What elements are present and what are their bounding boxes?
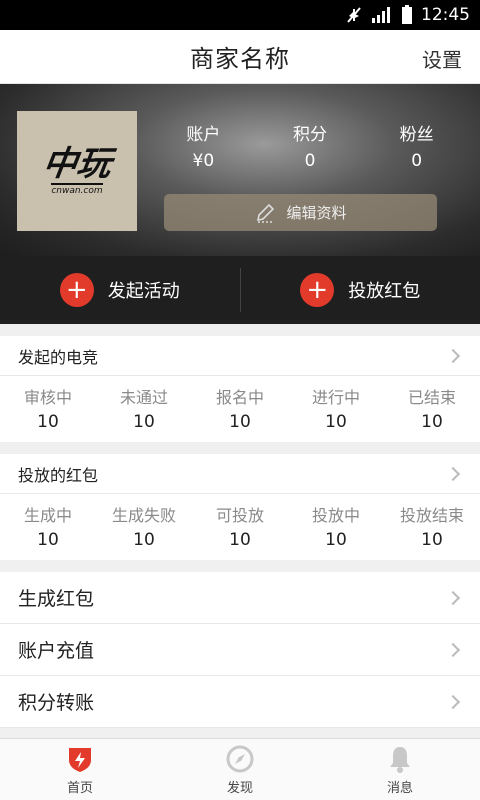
chevron-right-icon bbox=[445, 348, 461, 363]
action-bar: + 发起活动 + 投放红包 bbox=[0, 256, 480, 324]
status-cell[interactable]: 生成失败 10 bbox=[96, 502, 192, 550]
nav-label: 首页 bbox=[66, 780, 93, 796]
nav-discover[interactable]: 发现 bbox=[160, 739, 320, 800]
status-count: 10 bbox=[325, 530, 347, 550]
profile-stats: 账户 ¥0 积分 0 粉丝 0 bbox=[150, 120, 470, 171]
page-title: 商家名称 bbox=[190, 45, 290, 73]
stat-fans[interactable]: 粉丝 0 bbox=[363, 120, 470, 171]
plus-icon: + bbox=[59, 273, 94, 307]
action-label: 发起活动 bbox=[107, 281, 180, 302]
menu-item-label: 生成红包 bbox=[18, 588, 95, 610]
launch-activity-button[interactable]: + 发起活动 bbox=[0, 256, 240, 324]
signal-icon bbox=[371, 6, 393, 24]
nav-messages[interactable]: 消息 bbox=[320, 739, 480, 800]
status-count: 10 bbox=[229, 412, 251, 432]
status-label: 审核中 bbox=[23, 388, 72, 407]
edit-profile-label: 编辑资料 bbox=[286, 204, 347, 222]
esports-card: 发起的电竞 审核中 10 未通过 10 报名中 10 进行中 10 已结束 10 bbox=[0, 336, 480, 442]
red-packets-card: 投放的红包 生成中 10 生成失败 10 可投放 10 投放中 10 投放结束 10 bbox=[0, 454, 480, 560]
status-label: 投放结束 bbox=[399, 506, 464, 525]
stat-label: 账户 bbox=[186, 125, 221, 145]
stat-value: ¥0 bbox=[192, 151, 215, 171]
pencil-icon bbox=[257, 203, 275, 223]
esports-header[interactable]: 发起的电竞 bbox=[0, 336, 480, 376]
bottom-nav: 首页 发现 消息 bbox=[0, 738, 480, 800]
section-title: 发起的电竞 bbox=[18, 347, 99, 367]
status-count: 10 bbox=[421, 412, 443, 432]
place-red-packet-button[interactable]: + 投放红包 bbox=[241, 256, 480, 324]
status-cell[interactable]: 审核中 10 bbox=[0, 384, 96, 432]
chevron-right-icon bbox=[445, 694, 461, 709]
status-label: 未通过 bbox=[119, 388, 168, 407]
home-shield-icon bbox=[69, 747, 91, 772]
stat-value: 0 bbox=[304, 151, 316, 171]
stat-value: 0 bbox=[411, 151, 423, 171]
status-count: 10 bbox=[133, 530, 155, 550]
esports-status-grid: 审核中 10 未通过 10 报名中 10 进行中 10 已结束 10 bbox=[0, 376, 480, 442]
status-cell[interactable]: 生成中 10 bbox=[0, 502, 96, 550]
top-bar: 商家名称 设置 bbox=[0, 30, 480, 84]
status-count: 10 bbox=[421, 530, 443, 550]
profile-header: 中玩 cnwan.com 账户 ¥0 积分 0 粉丝 0 编辑资料 bbox=[0, 84, 480, 256]
clock-time: 12:45 bbox=[421, 5, 470, 25]
nav-label: 发现 bbox=[226, 780, 253, 796]
status-count: 10 bbox=[37, 530, 59, 550]
chevron-right-icon bbox=[445, 642, 461, 657]
status-cell[interactable]: 投放中 10 bbox=[288, 502, 384, 550]
plus-icon: + bbox=[300, 273, 335, 307]
edit-profile-button[interactable]: 编辑资料 bbox=[164, 194, 437, 231]
status-label: 可投放 bbox=[215, 506, 264, 525]
compass-icon bbox=[226, 745, 254, 772]
chevron-right-icon bbox=[445, 590, 461, 605]
menu-list: 生成红包 账户充值 积分转账 bbox=[0, 572, 480, 728]
mute-icon bbox=[345, 6, 363, 24]
merchant-logo[interactable]: 中玩 cnwan.com bbox=[17, 111, 137, 231]
status-cell[interactable]: 投放结束 10 bbox=[384, 502, 480, 550]
battery-icon bbox=[401, 5, 413, 25]
settings-button[interactable]: 设置 bbox=[422, 44, 462, 73]
stat-points[interactable]: 积分 0 bbox=[257, 120, 364, 171]
status-label: 已结束 bbox=[407, 388, 456, 407]
menu-item-account-recharge[interactable]: 账户充值 bbox=[0, 624, 480, 676]
status-count: 10 bbox=[325, 412, 347, 432]
menu-item-label: 账户充值 bbox=[18, 640, 95, 662]
nav-home[interactable]: 首页 bbox=[0, 739, 160, 800]
status-count: 10 bbox=[37, 412, 59, 432]
logo-text: 中玩 bbox=[40, 143, 114, 184]
red-packets-status-grid: 生成中 10 生成失败 10 可投放 10 投放中 10 投放结束 10 bbox=[0, 494, 480, 560]
chevron-right-icon bbox=[445, 466, 461, 481]
stat-account[interactable]: 账户 ¥0 bbox=[150, 120, 257, 171]
status-label: 报名中 bbox=[215, 388, 264, 407]
red-packets-header[interactable]: 投放的红包 bbox=[0, 454, 480, 494]
nav-label: 消息 bbox=[386, 780, 413, 796]
status-label: 进行中 bbox=[311, 388, 360, 407]
status-label: 生成中 bbox=[23, 506, 72, 525]
status-cell[interactable]: 未通过 10 bbox=[96, 384, 192, 432]
stat-label: 积分 bbox=[293, 125, 327, 145]
status-cell[interactable]: 已结束 10 bbox=[384, 384, 480, 432]
status-cell[interactable]: 可投放 10 bbox=[192, 502, 288, 550]
menu-item-points-transfer[interactable]: 积分转账 bbox=[0, 676, 480, 728]
status-count: 10 bbox=[133, 412, 155, 432]
logo-subtext: cnwan.com bbox=[51, 182, 103, 196]
bell-icon bbox=[390, 746, 410, 773]
stat-label: 粉丝 bbox=[399, 125, 434, 145]
status-count: 10 bbox=[229, 530, 251, 550]
status-bar: 12:45 bbox=[0, 0, 480, 30]
action-label: 投放红包 bbox=[348, 281, 421, 302]
status-label: 生成失败 bbox=[111, 506, 176, 525]
menu-item-generate-red-packet[interactable]: 生成红包 bbox=[0, 572, 480, 624]
menu-item-label: 积分转账 bbox=[18, 692, 95, 714]
status-cell[interactable]: 报名中 10 bbox=[192, 384, 288, 432]
section-title: 投放的红包 bbox=[18, 465, 99, 485]
status-label: 投放中 bbox=[311, 506, 360, 525]
status-cell[interactable]: 进行中 10 bbox=[288, 384, 384, 432]
